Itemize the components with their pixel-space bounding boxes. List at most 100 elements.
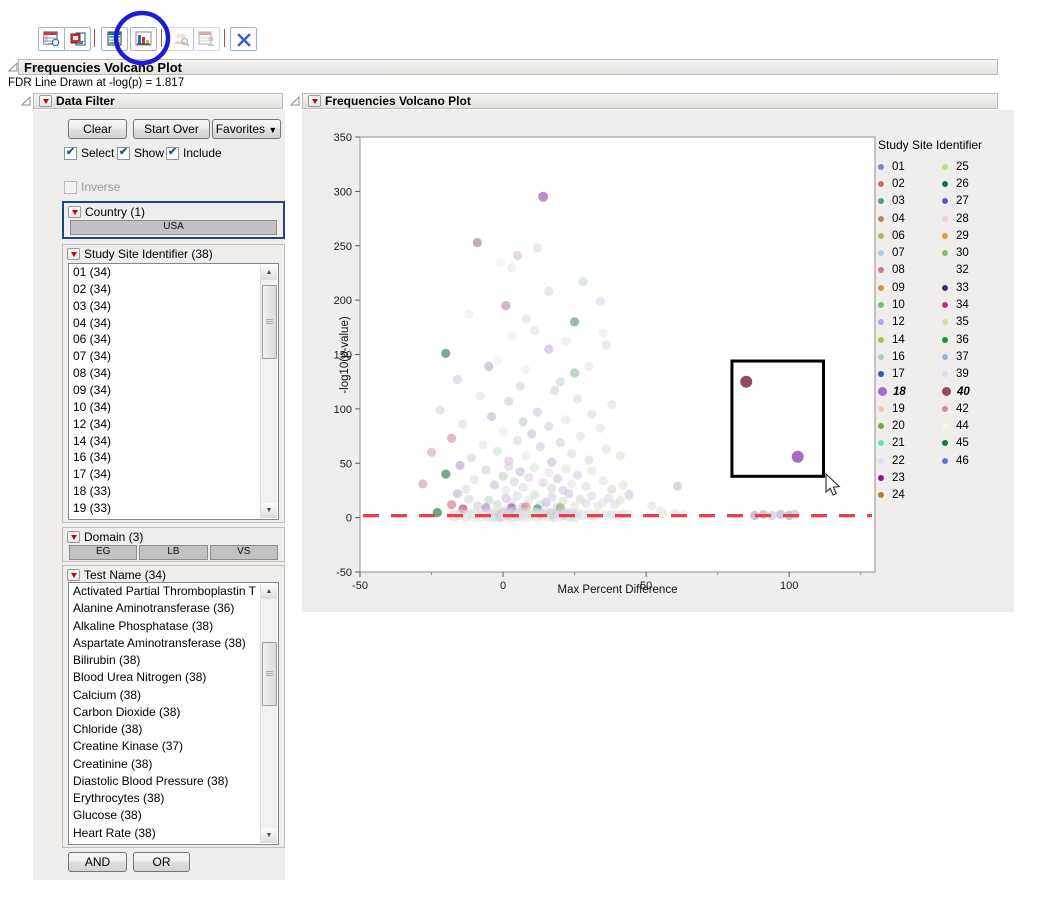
legend-entry[interactable]: 09 (878, 279, 934, 296)
legend-entry[interactable]: 07 (878, 244, 934, 261)
disclosure-icon[interactable] (21, 96, 31, 106)
legend-entry[interactable]: 34 (942, 296, 998, 313)
show-checkbox[interactable]: ✔ Show (117, 146, 164, 160)
list-item[interactable]: 17 (34) (69, 466, 278, 483)
legend-entry[interactable]: 17 (878, 366, 934, 383)
list-item[interactable]: Creatine Kinase (37) (69, 738, 278, 755)
list-item[interactable]: Aspartate Aminotransferase (38) (69, 635, 278, 652)
list-item[interactable]: Erythrocytes (38) (69, 790, 278, 807)
scrollbar[interactable]: ▲ ▼ (260, 265, 277, 518)
legend-entry[interactable]: 29 (942, 227, 998, 244)
list-item[interactable]: Glucose (38) (69, 807, 278, 824)
list-item[interactable]: Alanine Aminotransferase (36) (69, 600, 278, 617)
scrollbar-thumb[interactable] (262, 642, 277, 706)
legend-entry[interactable]: 03 (878, 193, 934, 210)
legend-entry[interactable]: 36 (942, 331, 998, 348)
legend-entry[interactable]: 46 (942, 452, 998, 469)
scrollbar-thumb[interactable] (262, 285, 277, 359)
list-item[interactable]: Bilirubin (38) (69, 652, 278, 669)
legend-entry[interactable]: 02 (878, 175, 934, 192)
legend-entry[interactable]: 21 (878, 435, 934, 452)
list-item[interactable]: Diastolic Blood Pressure (38) (69, 773, 278, 790)
legend-entry[interactable]: 16 (878, 348, 934, 365)
or-button[interactable]: OR (133, 852, 190, 872)
start-over-button[interactable]: Start Over (133, 119, 210, 139)
legend-entry[interactable]: 37 (942, 348, 998, 365)
legend-entry[interactable]: 27 (942, 193, 998, 210)
legend-entry[interactable]: 23 (878, 469, 934, 486)
list-item[interactable]: Calcium (38) (69, 687, 278, 704)
study-site-listbox[interactable]: ▲ ▼ 01 (34) 02 (34) 03 (34) 04 (34) 06 (34) 0… (68, 263, 279, 520)
list-item[interactable]: 07 (34) (69, 348, 278, 365)
list-item[interactable]: 16 (34) (69, 449, 278, 466)
legend-entry[interactable]: 06 (878, 227, 934, 244)
scroll-down-icon[interactable]: ▼ (261, 828, 277, 843)
list-item[interactable]: Activated Partial Thromboplastin T (69, 583, 278, 600)
legend-entry[interactable]: 42 (942, 400, 998, 417)
toolbar-button-group-search[interactable] (167, 27, 194, 51)
list-item[interactable]: 09 (34) (69, 382, 278, 399)
favorites-button[interactable]: Favorites ▼ (212, 119, 281, 139)
list-item[interactable]: 18 (33) (69, 483, 278, 500)
toolbar-button-data-table[interactable] (38, 27, 65, 51)
legend-entry[interactable]: 30 (942, 244, 998, 261)
legend-entry[interactable]: 20 (878, 417, 934, 434)
test-name-listbox[interactable]: ▲ ▼ Activated Partial Thromboplastin T Al… (68, 582, 279, 845)
scrollbar[interactable]: ▲ ▼ (260, 584, 277, 843)
scroll-up-icon[interactable]: ▲ (261, 584, 277, 599)
toolbar-button-save-graphic[interactable] (64, 27, 91, 51)
legend-entry[interactable]: 01 (878, 158, 934, 175)
legend-entry[interactable]: 08 (878, 262, 934, 279)
list-item[interactable]: Creatinine (38) (69, 756, 278, 773)
data-filter-header[interactable]: Data Filter (33, 93, 283, 109)
red-triangle-menu-icon[interactable] (68, 206, 81, 218)
red-triangle-menu-icon[interactable] (67, 248, 80, 260)
list-item[interactable]: 02 (34) (69, 281, 278, 298)
list-item[interactable]: 04 (34) (69, 315, 278, 332)
list-item[interactable]: Chloride (38) (69, 721, 278, 738)
legend-entry[interactable]: 24 (878, 487, 934, 504)
scroll-up-icon[interactable]: ▲ (261, 265, 277, 280)
include-checkbox[interactable]: ✔ Include (166, 146, 222, 160)
list-item[interactable]: 14 (34) (69, 433, 278, 450)
list-item[interactable]: Heart Rate (38) (69, 825, 278, 842)
legend-entry[interactable]: 22 (878, 452, 934, 469)
volcano-plot-header[interactable]: Frequencies Volcano Plot (302, 93, 998, 109)
legend-entry[interactable]: 19 (878, 400, 934, 417)
domain-value-vs[interactable]: VS (209, 545, 278, 560)
list-item[interactable]: 01 (34) (69, 264, 278, 281)
scroll-down-icon[interactable]: ▼ (261, 503, 277, 518)
legend-entry[interactable]: 33 (942, 279, 998, 296)
legend-entry[interactable]: 12 (878, 314, 934, 331)
legend-entry[interactable]: 18 (878, 383, 934, 400)
list-item[interactable]: Alkaline Phosphatase (38) (69, 618, 278, 635)
select-checkbox[interactable]: ✔ Select (64, 146, 114, 160)
country-value-button[interactable]: USA (70, 220, 277, 235)
red-triangle-menu-icon[interactable] (67, 531, 80, 543)
legend-entry[interactable]: 25 (942, 158, 998, 175)
domain-value-lb[interactable]: LB (139, 545, 208, 560)
legend-entry[interactable]: 28 (942, 210, 998, 227)
list-item[interactable]: 03 (34) (69, 298, 278, 315)
legend-entry[interactable]: 40 (942, 383, 998, 400)
legend-entry[interactable]: 35 (942, 314, 998, 331)
list-item[interactable]: Carbon Dioxide (38) (69, 704, 278, 721)
legend-entry[interactable]: 26 (942, 175, 998, 192)
clear-button[interactable]: Clear (68, 119, 127, 139)
list-item[interactable]: 12 (34) (69, 416, 278, 433)
disclosure-icon[interactable] (290, 96, 300, 106)
list-item[interactable]: 08 (34) (69, 365, 278, 382)
list-item[interactable]: 19 (33) (69, 500, 278, 517)
red-triangle-menu-icon[interactable] (39, 95, 52, 107)
legend-entry[interactable]: 45 (942, 435, 998, 452)
country-filter-group[interactable]: Country (1) USA (62, 201, 285, 239)
legend-entry[interactable]: 10 (878, 296, 934, 313)
legend-entry[interactable]: 04 (878, 210, 934, 227)
legend-entry[interactable]: 44 (942, 417, 998, 434)
outline-title-bar[interactable]: Frequencies Volcano Plot (18, 59, 998, 75)
toolbar-button-bar-chart[interactable] (130, 27, 157, 51)
legend-entry[interactable]: 14 (878, 331, 934, 348)
list-item[interactable]: 06 (34) (69, 331, 278, 348)
list-item[interactable]: 10 (34) (69, 399, 278, 416)
toolbar-button-close[interactable] (230, 27, 257, 51)
